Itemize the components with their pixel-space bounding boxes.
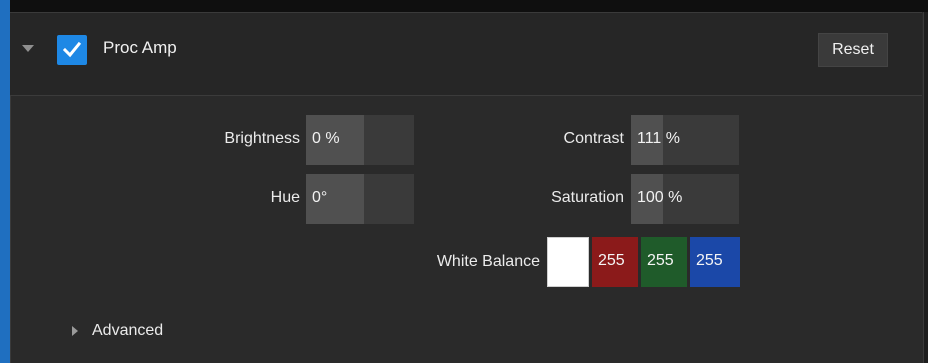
brightness-label: Brightness — [224, 130, 300, 147]
brightness-value: 0 % — [312, 130, 340, 147]
white-balance-green-value: 255 — [647, 252, 674, 269]
white-balance-label: White Balance — [436, 253, 540, 270]
reset-button[interactable]: Reset — [818, 33, 888, 67]
advanced-expand-icon[interactable] — [72, 326, 78, 336]
collapse-chevron-icon[interactable] — [22, 45, 34, 52]
saturation-label: Saturation — [551, 189, 624, 206]
white-balance-blue-value: 255 — [696, 252, 723, 269]
top-strip — [0, 0, 928, 12]
contrast-value: 111 % — [637, 130, 680, 147]
hue-field[interactable]: 0° — [306, 174, 414, 224]
hue-label: Hue — [270, 189, 300, 206]
saturation-value: 100 % — [637, 189, 683, 206]
white-balance-red[interactable]: 255 — [592, 237, 638, 287]
white-balance-green[interactable]: 255 — [641, 237, 687, 287]
checkmark-icon — [62, 41, 82, 58]
panel-title: Proc Amp — [103, 38, 177, 57]
contrast-label: Contrast — [563, 130, 624, 147]
left-accent-bar — [0, 0, 10, 363]
brightness-field[interactable]: 0 % — [306, 115, 414, 165]
white-balance-blue[interactable]: 255 — [690, 237, 740, 287]
white-balance-preview[interactable] — [547, 237, 589, 287]
contrast-field[interactable]: 111 % — [631, 115, 739, 165]
advanced-toggle[interactable]: Advanced — [92, 322, 163, 340]
white-balance-red-value: 255 — [598, 252, 625, 269]
saturation-field[interactable]: 100 % — [631, 174, 739, 224]
hue-value: 0° — [312, 189, 328, 206]
enable-checkbox[interactable] — [57, 35, 87, 65]
